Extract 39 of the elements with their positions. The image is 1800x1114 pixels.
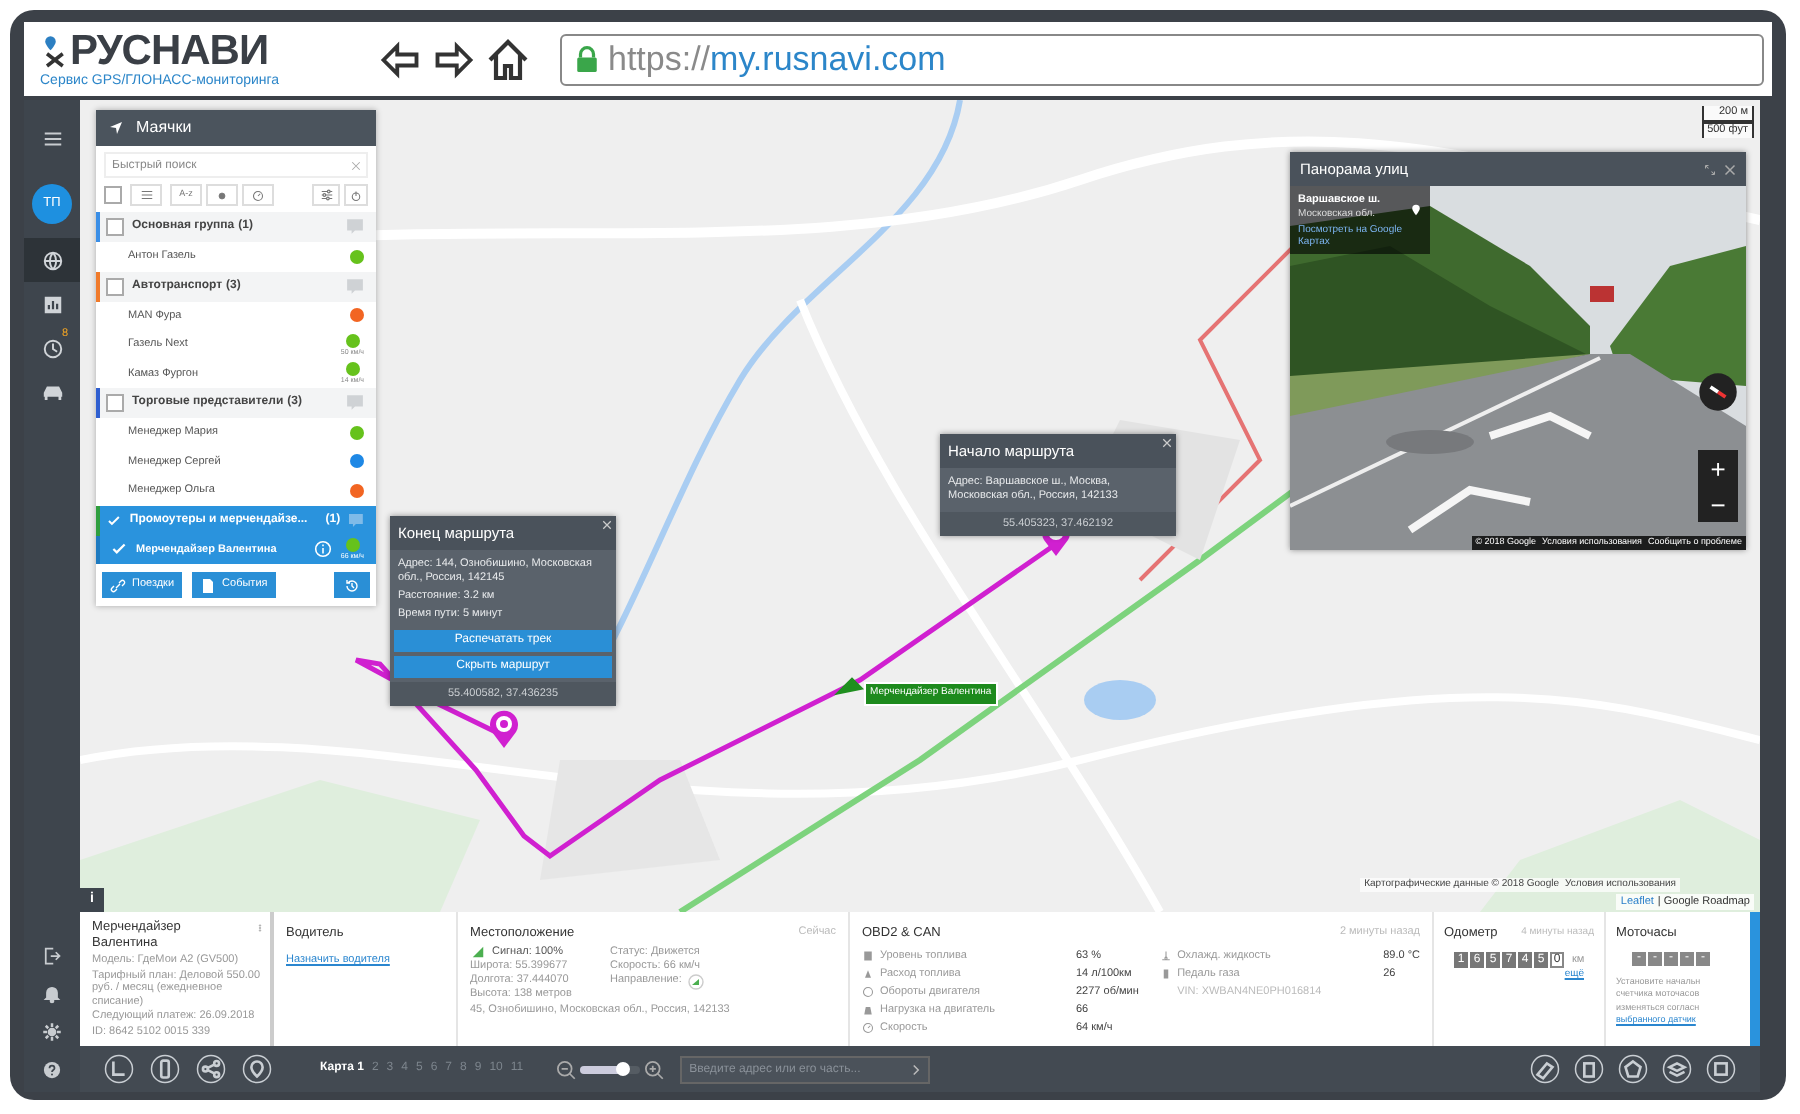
- share-icon[interactable]: [196, 1054, 226, 1084]
- weight-icon: [862, 1004, 874, 1017]
- zoom-slider[interactable]: [579, 1065, 640, 1073]
- circle-icon: [862, 986, 874, 999]
- address-bar[interactable]: https://my.rusnavi.com: [560, 33, 1764, 85]
- thermometer-icon: [1159, 950, 1172, 963]
- help-icon[interactable]: [42, 1060, 62, 1080]
- car-icon: [41, 381, 63, 403]
- direction-icon: [687, 973, 704, 990]
- traffic-light-icon[interactable]: [150, 1054, 180, 1084]
- eraser-icon[interactable]: [1530, 1054, 1560, 1084]
- logo-text: РУСНАВИ: [70, 30, 269, 72]
- logo-pin-icon: [40, 33, 68, 69]
- building-icon[interactable]: [1574, 1054, 1604, 1084]
- back-arrow-icon[interactable]: [376, 37, 424, 81]
- forward-arrow-icon[interactable]: [430, 37, 478, 81]
- sidebar-item[interactable]: [24, 238, 80, 282]
- ruler-icon[interactable]: [104, 1054, 134, 1084]
- menu-icon[interactable]: [41, 128, 63, 150]
- signal-icon: [470, 946, 486, 959]
- speedometer-icon: [862, 1022, 874, 1035]
- pin-icon[interactable]: [242, 1054, 272, 1084]
- home-icon[interactable]: [484, 35, 532, 83]
- logout-icon[interactable]: [42, 946, 62, 966]
- fuel-gauge-icon: [862, 950, 874, 963]
- lock-icon: [574, 42, 600, 76]
- slider-thumb[interactable]: [615, 1061, 630, 1075]
- layers-icon[interactable]: [1662, 1054, 1692, 1084]
- drop-icon: [862, 968, 874, 981]
- url-text: https://my.rusnavi.com: [608, 42, 946, 76]
- zoom-in-icon[interactable]: [643, 1059, 664, 1079]
- settings-icon[interactable]: [42, 1022, 62, 1042]
- bar-chart-icon: [41, 293, 63, 315]
- zoom-out-icon[interactable]: [555, 1059, 576, 1079]
- globe-icon: [41, 249, 63, 271]
- bell-icon[interactable]: [42, 984, 62, 1004]
- chevron-right-icon[interactable]: [909, 1063, 922, 1075]
- clock-icon: [41, 337, 63, 359]
- pentagon-icon[interactable]: [1618, 1054, 1648, 1084]
